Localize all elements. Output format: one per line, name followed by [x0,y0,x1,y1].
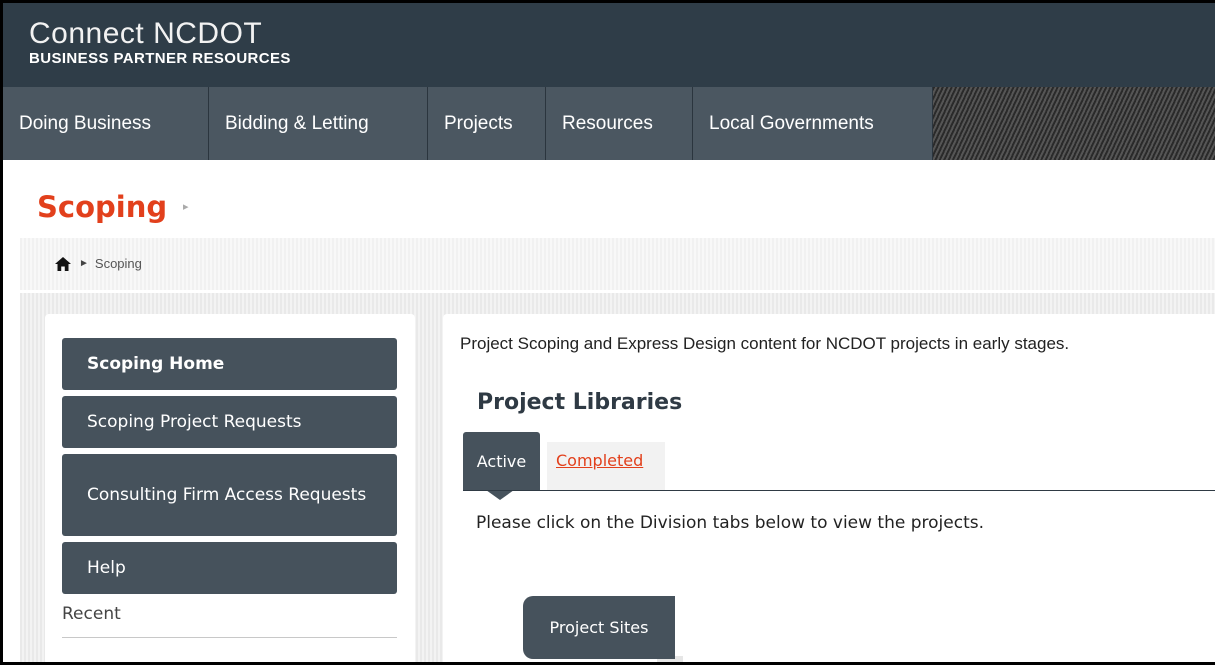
breadcrumb-strip [20,238,1215,290]
home-icon[interactable] [55,256,71,271]
sidebar-item-scoping-project-requests[interactable]: Scoping Project Requests [62,396,397,448]
breadcrumb: ► Scoping [55,256,142,271]
active-tab-pointer [486,490,514,500]
sidebar-item-consulting-firm-access-requests[interactable]: Consulting Firm Access Requests [62,454,397,536]
main-panel: Project Scoping and Express Design conte… [443,314,1215,665]
nav-item-local-governments[interactable]: Local Governments [693,87,933,160]
page-title: Scoping [37,190,168,224]
logo-title: Connect NCDOT [29,17,263,50]
site-header: Connect NCDOT BUSINESS PARTNER RESOURCES [3,3,1215,87]
tab-completed-label[interactable]: Completed [556,451,643,470]
main-nav: Doing Business Bidding & Letting Project… [3,87,1215,160]
title-arrow-icon: ▸ [183,201,189,213]
sidebar-item-scoping-home[interactable]: Scoping Home [62,338,397,390]
intro-text: Project Scoping and Express Design conte… [460,334,1070,353]
nav-item-projects[interactable]: Projects [428,87,546,160]
nav-item-bidding-letting[interactable]: Bidding & Letting [209,87,428,160]
nav-item-doing-business[interactable]: Doing Business [3,87,209,160]
project-sites-tab[interactable]: Project Sites [523,596,675,659]
logo-subtitle: BUSINESS PARTNER RESOURCES [29,50,291,67]
nav-pattern-fill [933,87,1215,160]
breadcrumb-separator-icon: ► [79,258,89,269]
breadcrumb-current: Scoping [94,256,142,271]
project-libraries-heading: Project Libraries [477,390,683,415]
sidebar: Scoping Home Scoping Project Requests Co… [45,314,415,665]
tab-divider [463,490,1215,491]
division-tabs-note: Please click on the Division tabs below … [476,513,984,533]
recent-label: Recent [62,604,121,624]
tab-active[interactable]: Active [463,432,540,490]
tab-completed[interactable]: Completed [547,442,665,490]
nav-item-resources[interactable]: Resources [546,87,693,160]
sidebar-item-help[interactable]: Help [62,542,397,594]
site-logo[interactable]: Connect NCDOT BUSINESS PARTNER RESOURCES [29,17,291,68]
recent-divider [62,637,397,638]
